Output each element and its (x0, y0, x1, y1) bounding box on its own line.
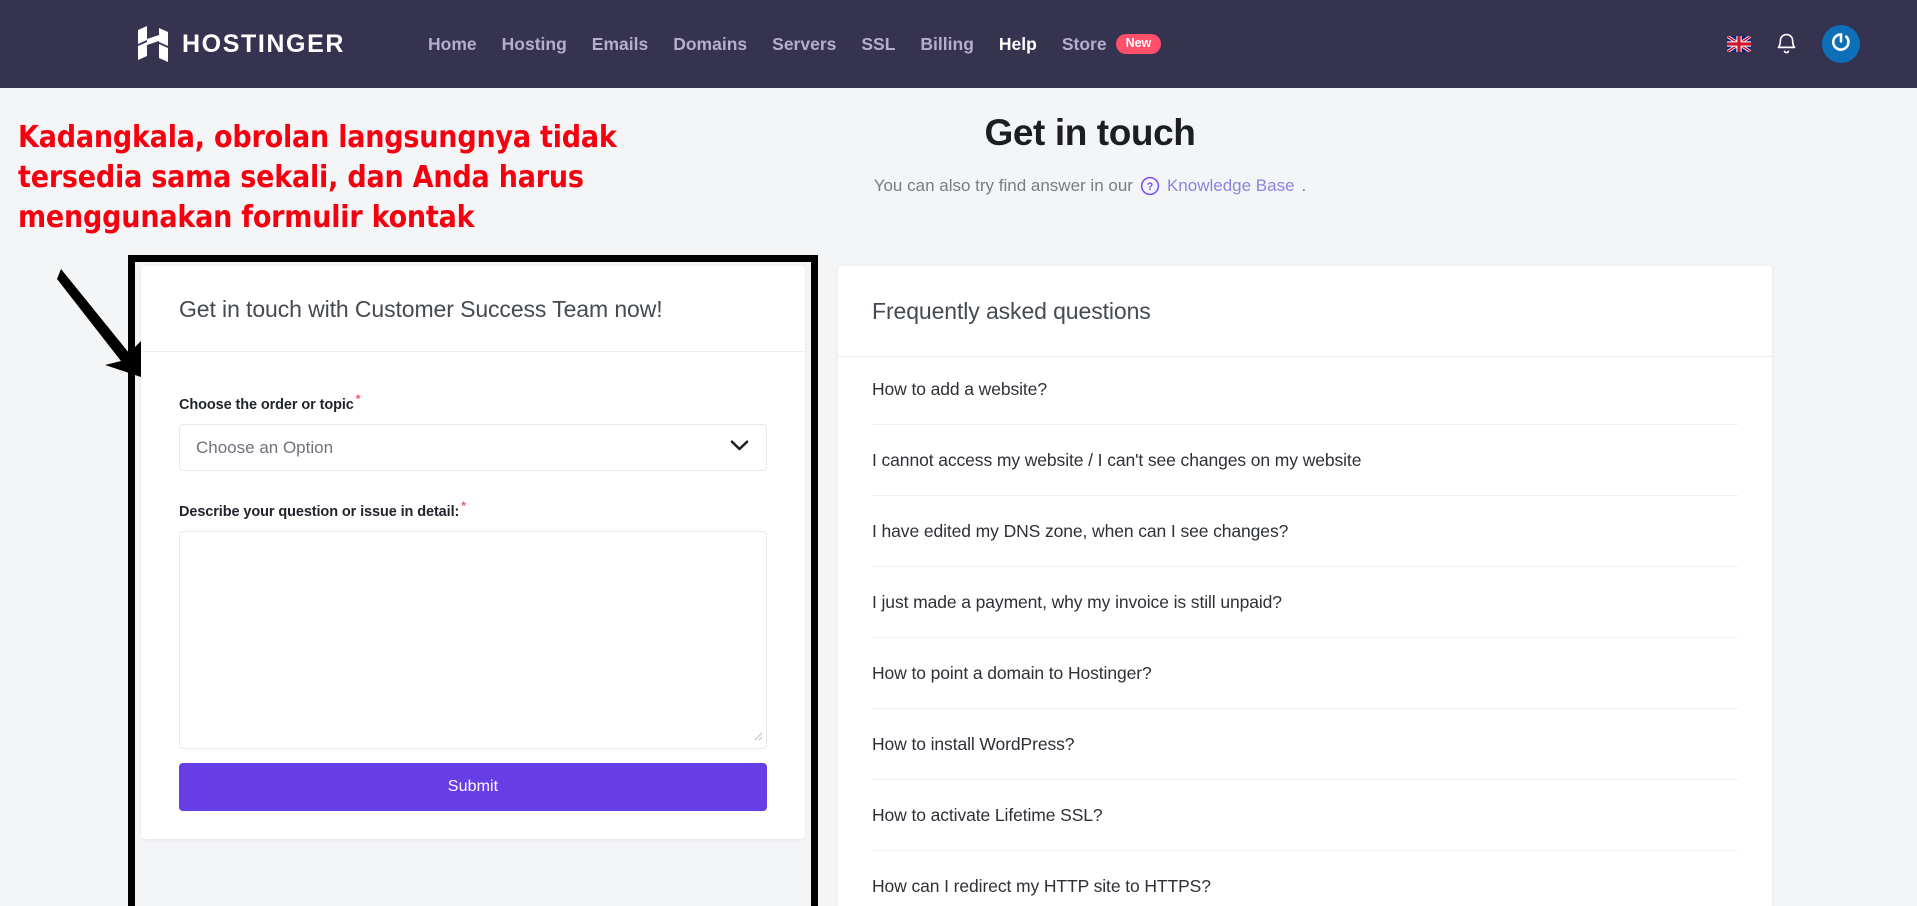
nav-link-store[interactable]: Store New (1062, 34, 1162, 55)
nav-link-ssl[interactable]: SSL (861, 34, 895, 55)
faq-item[interactable]: How to point a domain to Hostinger? (872, 637, 1738, 708)
svg-text:?: ? (1147, 181, 1154, 193)
notification-bell-icon[interactable] (1775, 32, 1798, 57)
detail-required-marker: * (461, 499, 466, 514)
user-avatar[interactable] (1822, 25, 1860, 63)
primary-nav: Home Hosting Emails Domains Servers SSL … (428, 34, 1162, 55)
contact-form-body: Choose the order or topic * Choose an Opt… (141, 352, 805, 839)
uk-flag-icon[interactable] (1727, 36, 1751, 52)
store-new-badge: New (1115, 34, 1162, 54)
faq-list: How to add a website? I cannot access my… (838, 357, 1772, 906)
topic-select-value: Choose an Option (196, 437, 334, 457)
form-card-title: Get in touch with Customer Success Team … (179, 296, 663, 322)
topic-field-label: Choose the order or topic * (179, 392, 767, 413)
knowledge-base-link[interactable]: Knowledge Base (1167, 176, 1295, 196)
top-navigation-bar: HOSTINGER Home Hosting Emails Domains Se… (0, 0, 1917, 88)
page-subtitle: You can also try find answer in our ? Kn… (830, 176, 1350, 196)
power-avatar-icon (1829, 30, 1853, 59)
nav-link-hosting[interactable]: Hosting (502, 34, 567, 55)
faq-item[interactable]: How to install WordPress? (872, 708, 1738, 779)
subtitle-suffix: . (1301, 176, 1307, 195)
faq-card-title: Frequently asked questions (872, 298, 1151, 324)
topic-select[interactable]: Choose an Option (179, 424, 767, 472)
nav-link-emails[interactable]: Emails (592, 34, 648, 55)
page-header: Get in touch You can also try find answe… (830, 112, 1350, 196)
faq-item[interactable]: How to activate Lifetime SSL? (872, 779, 1738, 850)
contact-form-card: Get in touch with Customer Success Team … (141, 266, 805, 840)
faq-item[interactable]: I just made a payment, why my invoice is… (872, 566, 1738, 637)
nav-right-actions (1727, 25, 1860, 63)
hostinger-logo-icon (138, 26, 168, 62)
nav-link-domains[interactable]: Domains (673, 34, 747, 55)
detail-field-label: Describe your question or issue in detai… (179, 499, 767, 520)
nav-link-help[interactable]: Help (999, 34, 1037, 55)
faq-item[interactable]: How to add a website? (872, 357, 1738, 424)
page-title: Get in touch (984, 112, 1196, 153)
detail-label-text: Describe your question or issue in detai… (179, 504, 460, 521)
faq-item[interactable]: I have edited my DNS zone, when can I se… (872, 495, 1738, 566)
annotation-text: Kadangkala, obrolan langsungnya tidak te… (18, 120, 617, 236)
chevron-down-icon (730, 439, 749, 457)
submit-button[interactable]: Submit (179, 763, 767, 812)
nav-store-label[interactable]: Store (1062, 34, 1107, 55)
faq-item[interactable]: I cannot access my website / I can't see… (872, 424, 1738, 495)
subtitle-prefix: You can also try find answer in our (873, 176, 1133, 195)
question-circle-icon: ? (1140, 176, 1160, 196)
topic-label-text: Choose the order or topic (179, 397, 354, 414)
detail-textarea[interactable] (179, 531, 767, 750)
faq-item[interactable]: How can I redirect my HTTP site to HTTPS… (872, 850, 1738, 906)
faq-card: Frequently asked questions How to add a … (838, 266, 1772, 906)
nav-link-servers[interactable]: Servers (772, 34, 836, 55)
topic-required-marker: * (355, 392, 361, 407)
nav-link-home[interactable]: Home (428, 34, 477, 55)
brand-name: HOSTINGER (182, 29, 346, 58)
nav-link-billing[interactable]: Billing (920, 34, 973, 55)
hostinger-brand[interactable]: HOSTINGER (138, 26, 345, 62)
textarea-resize-handle[interactable] (750, 728, 763, 746)
